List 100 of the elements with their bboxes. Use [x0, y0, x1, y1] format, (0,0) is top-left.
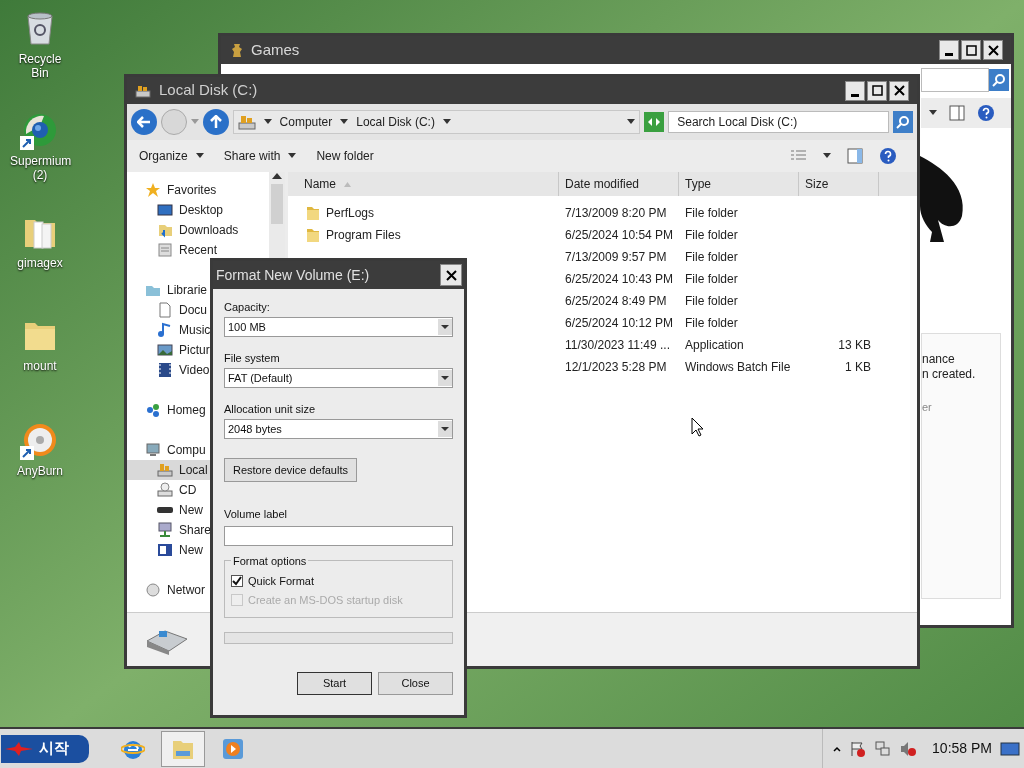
- restore-button[interactable]: Restore device defaults: [224, 458, 357, 482]
- text-fragment: nance: [922, 352, 956, 367]
- picture-icon: [157, 342, 173, 358]
- nav-item[interactable]: Favorites: [127, 180, 269, 200]
- nav-item[interactable]: Downloads: [127, 220, 269, 240]
- dropdown[interactable]: 100 MB: [224, 317, 453, 337]
- minimize-button[interactable]: [845, 80, 865, 101]
- media-player-icon: [221, 736, 245, 761]
- toolbar-button[interactable]: Share with: [223, 147, 297, 165]
- caret-icon: [195, 153, 204, 159]
- scroll-up-icon: [272, 172, 282, 180]
- refresh-button[interactable]: [644, 112, 665, 132]
- help-icon[interactable]: [879, 147, 897, 165]
- nav-item[interactable]: CD: [127, 480, 269, 500]
- caret-icon: [340, 119, 349, 125]
- input-field[interactable]: [224, 525, 453, 546]
- desktop-icon-label[interactable]: Recycle Bin: [10, 52, 70, 80]
- column-header[interactable]: Date modified: [559, 172, 679, 196]
- taskbar-button[interactable]: [161, 730, 205, 767]
- scroll-thumb[interactable]: [271, 184, 283, 224]
- recent-icon: [157, 242, 173, 258]
- search-icon: [896, 115, 911, 129]
- table-cell: 6/25/2024 10:12 PM: [565, 316, 674, 330]
- nav-item[interactable]: Recent: [127, 240, 269, 260]
- preview-pane-icon[interactable]: [847, 148, 863, 164]
- network-icon[interactable]: [874, 740, 892, 757]
- checkbox-label: Quick Format: [248, 573, 314, 589]
- globe-icon[interactable]: [22, 112, 58, 148]
- show-desktop-icon[interactable]: [1000, 741, 1020, 756]
- close-icon: [986, 43, 1000, 57]
- toolbar-button[interactable]: New folder: [316, 147, 374, 165]
- table-cell: 7/13/2009 8:20 PM: [565, 206, 667, 220]
- search-field[interactable]: [921, 68, 989, 92]
- nav-item[interactable]: Desktop: [127, 200, 269, 220]
- back-button[interactable]: [131, 109, 157, 135]
- video-icon: [157, 362, 173, 378]
- text-fragment: n created.: [922, 367, 977, 382]
- star-icon: [145, 182, 161, 198]
- drive-icon: [157, 462, 173, 478]
- start-button[interactable]: 시작: [1, 734, 89, 763]
- flag-alert-icon[interactable]: [849, 740, 867, 757]
- cursor-icon: [691, 417, 704, 437]
- maximize-button[interactable]: [867, 80, 887, 101]
- window-title: Local Disk (C:): [159, 80, 259, 101]
- caret-icon: [929, 110, 937, 116]
- nav-item[interactable]: Share: [127, 520, 269, 540]
- preview-pane-icon[interactable]: [949, 105, 965, 121]
- breadcrumb-item[interactable]: Computer: [279, 113, 333, 131]
- dropdown[interactable]: 2048 bytes: [224, 419, 453, 439]
- downloads-icon: [157, 222, 173, 238]
- dialog-button[interactable]: Start: [297, 671, 372, 695]
- up-button[interactable]: [202, 109, 229, 135]
- table-cell: File folder: [685, 250, 738, 264]
- window-title: Games: [251, 39, 301, 60]
- caret-icon: [627, 119, 636, 125]
- dialog-button[interactable]: Close: [378, 671, 453, 695]
- computer-icon: [145, 442, 161, 458]
- volume-muted-icon[interactable]: [899, 740, 917, 757]
- address-bar[interactable]: Computer Local Disk (C:): [232, 110, 641, 134]
- caret-icon: [823, 153, 831, 159]
- caret-icon: [438, 370, 452, 386]
- back-arrow-icon: [136, 116, 151, 128]
- help-icon[interactable]: [977, 104, 995, 122]
- clock[interactable]: 10:58 PM: [932, 738, 992, 759]
- table-cell: File folder: [685, 294, 738, 308]
- maximize-icon: [964, 43, 978, 57]
- column-header[interactable]: Name: [288, 172, 559, 196]
- desktop-icon-label[interactable]: Supermium (2): [10, 154, 70, 182]
- desktop-icon-label[interactable]: gimagex: [10, 256, 70, 270]
- table-cell: 6/25/2024 10:43 PM: [565, 272, 674, 286]
- breadcrumb-item[interactable]: Local Disk (C:): [356, 113, 435, 131]
- table-cell: 12/1/2023 5:28 PM: [565, 360, 667, 374]
- close-button[interactable]: [440, 264, 462, 286]
- checkbox[interactable]: [231, 574, 243, 587]
- table-cell: 13 KB: [838, 338, 871, 352]
- minimize-button[interactable]: [939, 40, 959, 60]
- search-button[interactable]: [989, 69, 1009, 91]
- table-cell: Application: [685, 338, 744, 352]
- dropdown[interactable]: FAT (Default): [224, 368, 453, 388]
- toolbar-button[interactable]: Organize: [139, 147, 204, 165]
- search-button[interactable]: [893, 111, 913, 133]
- close-button[interactable]: [983, 40, 1003, 60]
- disc-icon[interactable]: [22, 422, 58, 458]
- file-name[interactable]: Program Files: [326, 226, 401, 244]
- nav-item[interactable]: Compu: [127, 440, 269, 460]
- caret-icon: [263, 119, 272, 125]
- minimize-icon: [945, 53, 953, 56]
- maximize-button[interactable]: [961, 40, 981, 60]
- column-header[interactable]: Size: [799, 172, 879, 196]
- close-button[interactable]: [889, 80, 909, 101]
- column-header[interactable]: Type: [679, 172, 799, 196]
- desktop-icon-label[interactable]: mount: [10, 359, 70, 373]
- search-icon: [992, 73, 1006, 87]
- table-cell: 11/30/2023 11:49 ...: [565, 338, 670, 352]
- search-field[interactable]: Search Local Disk (C:): [668, 111, 890, 133]
- file-name[interactable]: PerfLogs: [326, 204, 375, 222]
- table-cell: File folder: [685, 272, 738, 286]
- chevron-up-icon[interactable]: [833, 745, 842, 752]
- caret-icon: [438, 319, 452, 335]
- check-icon: [232, 575, 242, 586]
